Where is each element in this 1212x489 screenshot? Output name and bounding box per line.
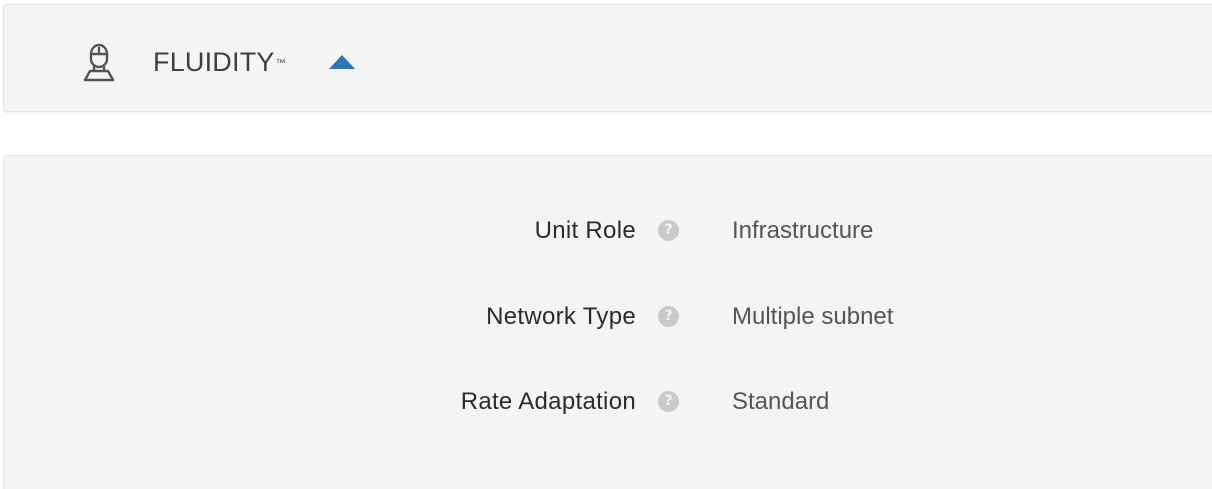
caret-up-icon[interactable]: [329, 55, 355, 69]
help-icon[interactable]: ?: [658, 391, 679, 412]
rate-adaptation-value: Standard: [732, 388, 830, 415]
section-title[interactable]: FLUIDITY™: [153, 47, 286, 77]
help-icon[interactable]: ?: [658, 306, 679, 327]
fluidity-settings-panel: Unit Role ? Infrastructure Network Type …: [3, 155, 1212, 489]
network-type-label: Network Type: [486, 303, 636, 330]
settings-row-network-type: Network Type ? Multiple subnet: [4, 301, 1212, 333]
fluidity-section-header[interactable]: FLUIDITY™: [3, 4, 1212, 112]
settings-row-unit-role: Unit Role ? Infrastructure: [4, 215, 1212, 247]
network-type-value: Multiple subnet: [732, 303, 894, 330]
section-title-text: FLUIDITY: [153, 47, 275, 77]
trademark-symbol: ™: [275, 58, 286, 69]
unit-role-value: Infrastructure: [732, 217, 874, 244]
settings-row-rate-adaptation: Rate Adaptation ? Standard: [4, 386, 1212, 418]
help-icon[interactable]: ?: [658, 220, 679, 241]
rate-adaptation-label: Rate Adaptation: [460, 388, 636, 415]
fluidity-user-icon: [83, 43, 115, 82]
unit-role-label: Unit Role: [534, 217, 636, 244]
